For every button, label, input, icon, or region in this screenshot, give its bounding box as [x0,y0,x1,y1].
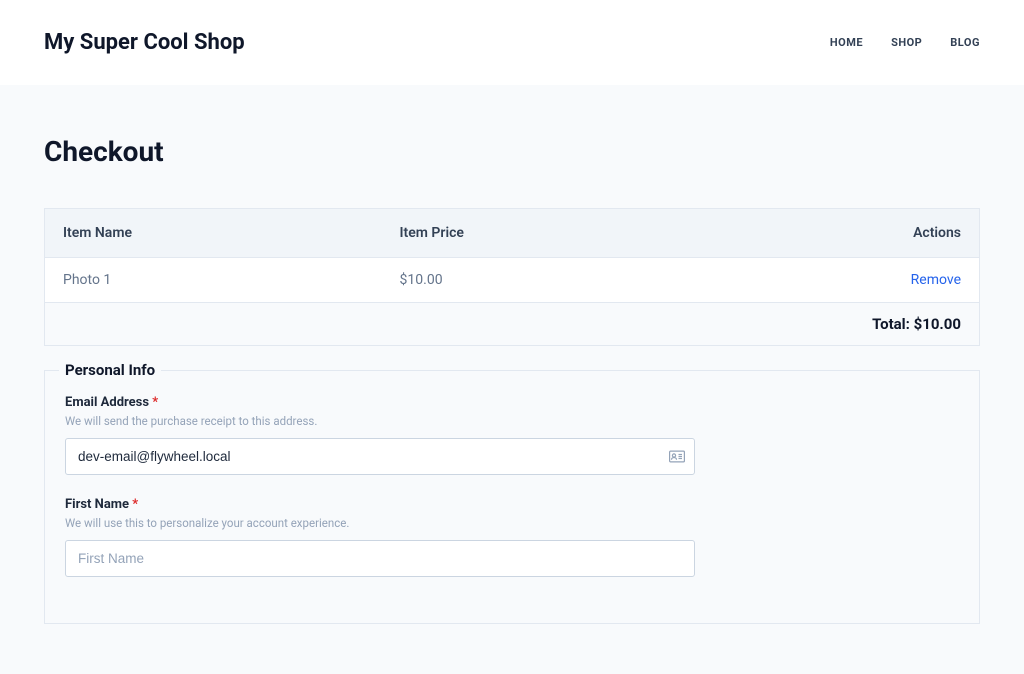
email-row: Email Address * We will send the purchas… [65,395,695,475]
required-asterisk: * [132,497,138,512]
cell-actions: Remove [702,258,979,303]
col-actions: Actions [702,209,979,258]
first-name-help: We will use this to personalize your acc… [65,516,695,530]
col-item-name: Item Name [45,209,382,258]
total-label: Total: [872,315,914,333]
first-name-field[interactable] [65,540,695,577]
nav-item-blog[interactable]: BLOG [950,36,980,49]
nav-item-shop[interactable]: SHOP [891,36,922,49]
site-title: My Super Cool Shop [44,30,245,55]
cart-total: Total: $10.00 [45,303,980,346]
cart-table: Item Name Item Price Actions Photo 1 $10… [44,208,980,346]
total-value: $10.00 [914,315,961,333]
required-asterisk: * [152,395,158,410]
email-field[interactable] [65,438,695,475]
table-row: Photo 1 $10.00 Remove [45,258,980,303]
site-header: My Super Cool Shop HOME SHOP BLOG [0,0,1024,85]
first-name-label-text: First Name [65,497,132,512]
col-item-price: Item Price [382,209,703,258]
email-help: We will send the purchase receipt to thi… [65,414,695,428]
page-title: Checkout [44,135,980,168]
email-label-text: Email Address [65,395,152,410]
personal-info-fieldset: Personal Info Email Address * We will se… [44,370,980,624]
cell-item-price: $10.00 [382,258,703,303]
fieldset-legend: Personal Info [59,361,161,379]
first-name-row: First Name * We will use this to persona… [65,497,695,577]
email-input-wrap [65,438,695,475]
main-nav: HOME SHOP BLOG [830,36,980,49]
cell-item-name: Photo 1 [45,258,382,303]
nav-item-home[interactable]: HOME [830,36,863,49]
first-name-input-wrap [65,540,695,577]
remove-link[interactable]: Remove [911,272,961,288]
first-name-label: First Name * [65,497,695,512]
page-body: Checkout Item Name Item Price Actions Ph… [0,85,1024,674]
email-label: Email Address * [65,395,695,410]
